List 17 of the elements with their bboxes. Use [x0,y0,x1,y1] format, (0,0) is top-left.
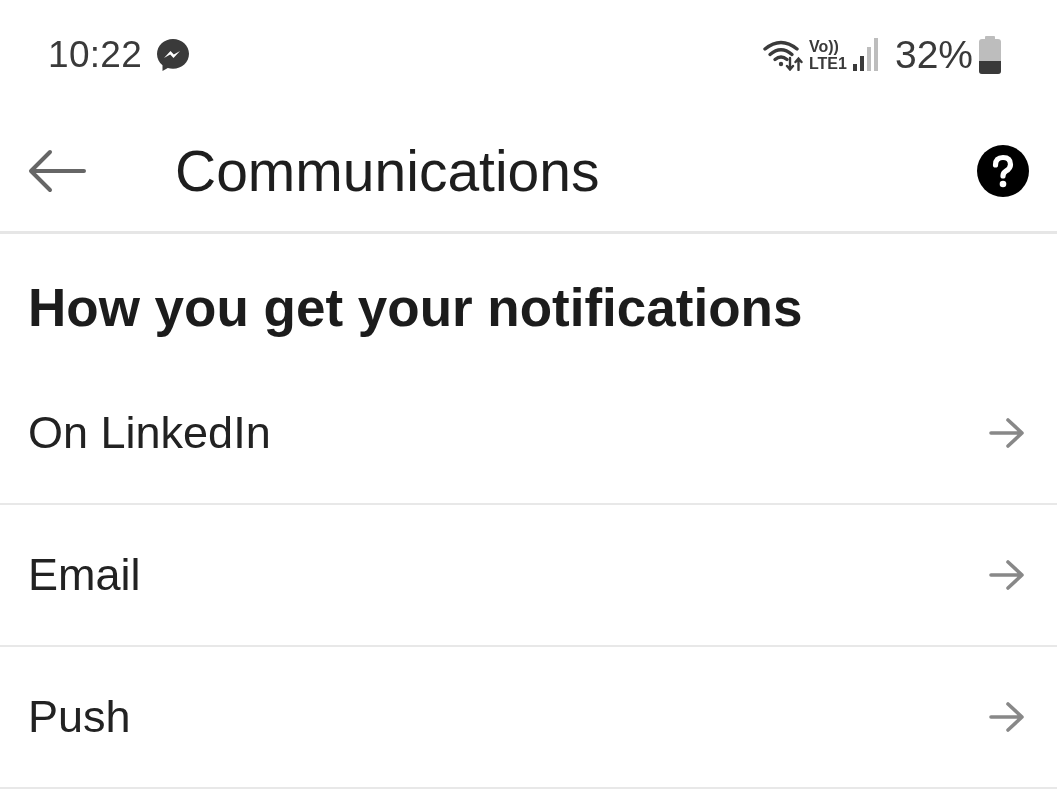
back-button[interactable] [28,147,86,194]
section-heading: How you get your notifications [28,278,804,338]
help-button[interactable] [977,144,1029,197]
status-time: 10:22 [48,34,143,76]
help-icon [977,144,1029,197]
network-type-label: Vo)) [809,38,839,55]
page-title: Communications [175,137,601,204]
back-arrow-icon [28,147,86,194]
battery-icon [979,36,1001,74]
forward-arrow-icon [989,701,1025,733]
wifi-icon [763,39,803,71]
forward-arrow-icon [989,559,1025,591]
forward-arrow-icon [989,417,1025,449]
signal-bars-icon [852,38,879,72]
chat-bubble-icon [156,38,191,72]
battery-percentage: 32% [894,33,973,77]
network-type-label: LTE1 [809,55,847,72]
